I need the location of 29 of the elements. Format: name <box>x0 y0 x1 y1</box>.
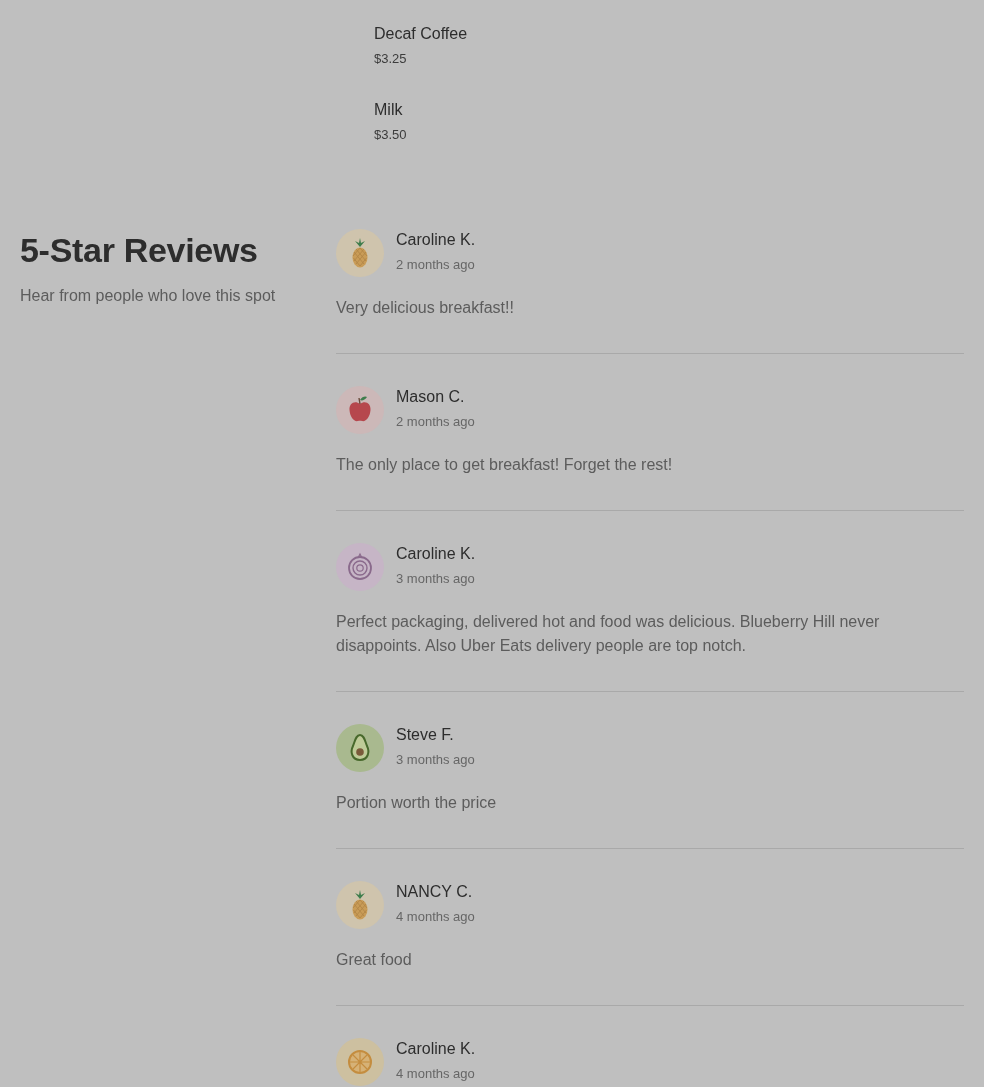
section-subtitle: Hear from people who love this spot <box>20 286 277 306</box>
review-time: 4 months ago <box>396 908 475 926</box>
review-time: 4 months ago <box>396 1065 475 1083</box>
onion-icon <box>336 543 384 591</box>
pineapple-icon <box>336 881 384 929</box>
menu-item-price: $3.25 <box>374 50 407 68</box>
menu-item-price: $3.50 <box>374 126 407 144</box>
review-time: 3 months ago <box>396 751 475 769</box>
citrus-slice-icon <box>336 1038 384 1086</box>
reviewer-name: Caroline K. <box>396 544 476 564</box>
section-title: 5-Star Reviews <box>20 230 259 270</box>
review-text: The only place to get breakfast! Forget the rest! <box>336 455 674 475</box>
review-text: Portion worth the price <box>336 793 498 813</box>
reviewer-name: Steve F. <box>396 725 454 745</box>
apple-icon <box>336 386 384 434</box>
review-text: Perfect packaging, delivered hot and food was delicious. Blueberry Hill never disappoints. Also Uber Eats delivery people are top notch. <box>336 612 881 656</box>
avocado-icon <box>336 724 384 772</box>
review-time: 3 months ago <box>396 570 475 588</box>
reviewer-name: NANCY C. <box>396 882 473 902</box>
review-text: Very delicious breakfast!! <box>336 298 515 318</box>
pineapple-icon <box>336 229 384 277</box>
review-time: 2 months ago <box>396 413 475 431</box>
reviewer-name: Caroline K. <box>396 230 476 250</box>
reviewer-name: Caroline K. <box>396 1039 476 1059</box>
review-text: Great food <box>336 950 413 970</box>
menu-item-name[interactable]: Decaf Coffee <box>374 24 468 44</box>
reviewer-name: Mason C. <box>396 387 465 407</box>
review-time: 2 months ago <box>396 256 475 274</box>
menu-item-name[interactable]: Milk <box>374 100 403 120</box>
